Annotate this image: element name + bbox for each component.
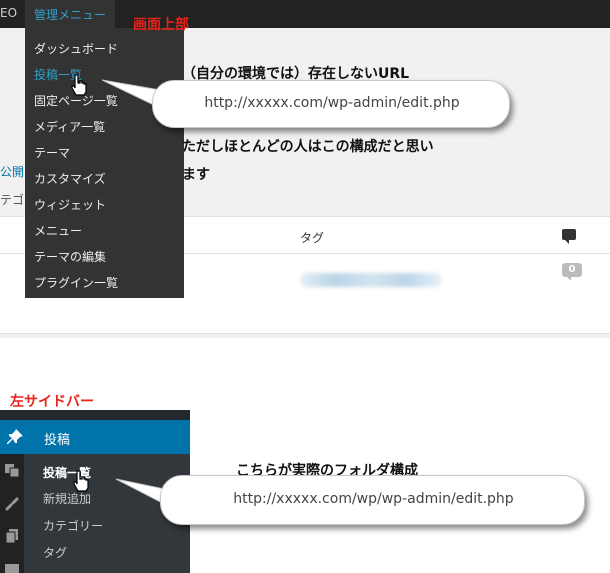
pin-icon bbox=[7, 429, 23, 444]
callout-url-top: http://xxxxx.com/wp-admin/edit.php bbox=[204, 95, 460, 111]
admin-menu-tab[interactable]: 管理メニュー bbox=[25, 0, 115, 28]
admin-bar-seo-item[interactable]: EO bbox=[0, 6, 17, 20]
annotation-nonexistent-url-note: （自分の環境では）存在しないURL bbox=[182, 66, 410, 82]
sidebar-previous-item bbox=[0, 410, 190, 420]
admin-bar: EO 管理メニュー bbox=[0, 0, 610, 28]
dropdown-item-dashboard[interactable]: ダッシュボード bbox=[34, 40, 118, 57]
dropdown-item-media[interactable]: メディア一覧 bbox=[34, 118, 105, 135]
submenu-item-add-new[interactable]: 新規追加 bbox=[43, 490, 91, 507]
callout-bubble-top: http://xxxxx.com/wp-admin/edit.php bbox=[152, 80, 510, 128]
submenu-item-tags[interactable]: タグ bbox=[43, 544, 67, 561]
callout-url-sidebar: http://xxxxx.com/wp/wp-admin/edit.php bbox=[233, 491, 514, 507]
media-icon bbox=[5, 464, 20, 478]
pointer-cursor-icon bbox=[73, 470, 89, 492]
comment-bubble-icon bbox=[562, 229, 576, 244]
tags-column-header[interactable]: タグ bbox=[300, 229, 324, 246]
sidebar-item-posts-label: 投稿 bbox=[44, 433, 71, 448]
sidebar-item-posts[interactable]: 投稿 bbox=[0, 420, 190, 454]
admin-dropdown-menu: ダッシュボード 投稿一覧 固定ページ一覧 メディア一覧 テーマ カスタマイズ ウ… bbox=[25, 28, 184, 298]
comment-count-badge[interactable]: 0 bbox=[562, 263, 582, 281]
dropdown-item-customize[interactable]: カスタマイズ bbox=[34, 170, 106, 187]
dropdown-item-plugins[interactable]: プラグイン一覧 bbox=[34, 274, 118, 291]
pages-icon bbox=[5, 529, 18, 544]
dropdown-item-menus[interactable]: メニュー bbox=[34, 222, 82, 239]
comments-icon bbox=[5, 564, 19, 573]
dropdown-item-theme-editor[interactable]: テーマの編集 bbox=[34, 248, 106, 265]
dropdown-item-themes[interactable]: テーマ bbox=[34, 144, 70, 161]
screen-top-annotation-label: 画面上部 bbox=[133, 17, 189, 33]
top-admin-screenshot: EO 管理メニュー 公開 ( テゴリ タグ 0 ダッシュボード 投稿一覧 固定ペ… bbox=[0, 0, 610, 338]
dropdown-item-widgets[interactable]: ウィジェット bbox=[34, 196, 106, 213]
admin-menu-tab-label: 管理メニュー bbox=[34, 8, 107, 22]
callout-bubble-sidebar: http://xxxxx.com/wp/wp-admin/edit.php bbox=[160, 475, 585, 525]
blurred-tag-value bbox=[300, 273, 442, 287]
submenu-item-categories[interactable]: カテゴリー bbox=[43, 517, 103, 534]
left-sidebar-annotation-label: 左サイドバー bbox=[10, 394, 94, 410]
pointer-cursor-icon bbox=[71, 74, 87, 96]
annotation-common-structure-note-line2: ます bbox=[182, 167, 210, 183]
link-icon bbox=[5, 497, 19, 511]
annotation-common-structure-note-line1: ただしほとんどの人はこの構成だと思い bbox=[182, 139, 434, 155]
